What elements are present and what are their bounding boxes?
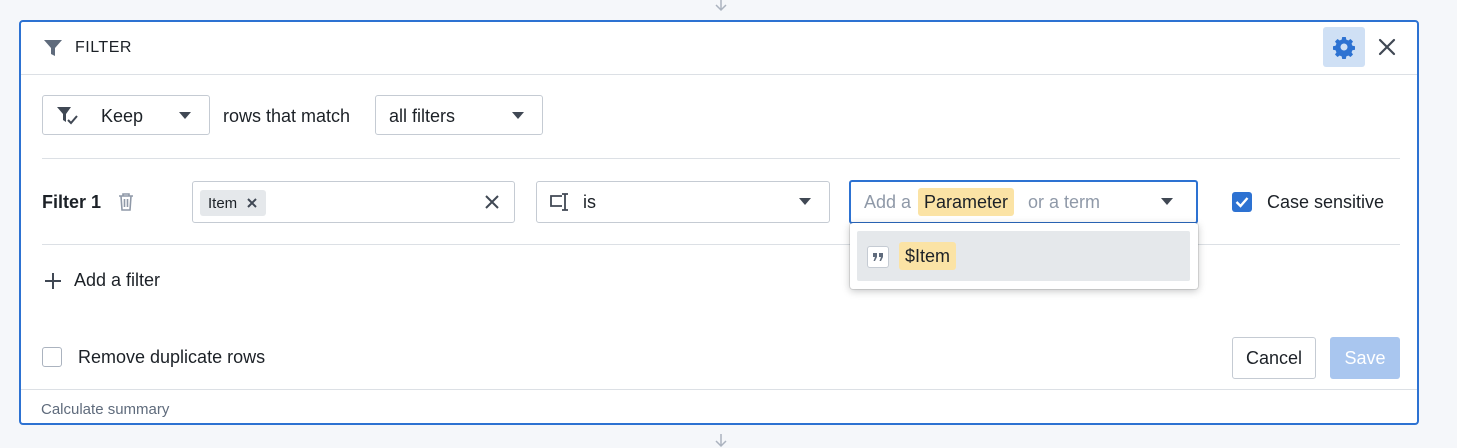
trash-icon[interactable] bbox=[118, 192, 134, 212]
quote-icon bbox=[867, 246, 889, 268]
chevron-down-icon bbox=[512, 112, 524, 119]
case-sensitive-label: Case sensitive bbox=[1267, 192, 1385, 212]
save-button[interactable]: Save bbox=[1330, 337, 1400, 379]
case-sensitive-checkbox[interactable] bbox=[1232, 192, 1252, 212]
filter-icon bbox=[44, 40, 62, 56]
remove-duplicates-label: Remove duplicate rows bbox=[78, 347, 266, 367]
parameter-tag[interactable]: Parameter bbox=[918, 188, 1015, 216]
filter-label: Filter 1 bbox=[42, 192, 102, 212]
match-select[interactable]: all filters bbox=[375, 95, 543, 135]
arrow-down-icon bbox=[715, 434, 727, 448]
value-dropdown-menu: $Item bbox=[850, 223, 1198, 289]
remove-duplicates-checkbox[interactable] bbox=[42, 347, 62, 367]
keep-select-value: Keep bbox=[101, 106, 144, 126]
arrow-down-icon bbox=[715, 0, 727, 12]
add-filter-button[interactable]: Add a filter bbox=[74, 270, 160, 291]
divider bbox=[42, 158, 1400, 159]
cancel-button[interactable]: Cancel bbox=[1232, 337, 1316, 379]
column-chip-label: Item bbox=[208, 194, 238, 212]
chevron-down-icon bbox=[179, 112, 191, 119]
operator-select-value: is bbox=[583, 192, 596, 212]
match-select-value: all filters bbox=[389, 106, 456, 126]
panel-title: FILTER bbox=[75, 39, 132, 56]
column-chip: Item bbox=[200, 190, 267, 216]
value-placeholder-suffix: or a term bbox=[1028, 192, 1101, 212]
panel-header: FILTER bbox=[21, 22, 1417, 75]
dropdown-item-label: $Item bbox=[899, 242, 957, 270]
calculate-summary-link[interactable]: Calculate summary bbox=[41, 401, 169, 418]
filter-check-icon bbox=[57, 107, 78, 125]
plus-icon[interactable] bbox=[44, 272, 62, 290]
check-icon bbox=[1235, 197, 1249, 208]
text-cursor-icon bbox=[550, 193, 568, 211]
rows-that-match-label: rows that match bbox=[223, 106, 351, 126]
dropdown-item[interactable]: $Item bbox=[857, 231, 1190, 281]
operator-select[interactable]: is bbox=[536, 181, 830, 223]
keep-select[interactable]: Keep bbox=[42, 95, 210, 135]
close-icon[interactable] bbox=[1376, 36, 1398, 58]
chevron-down-icon bbox=[1161, 198, 1173, 205]
panel-footer: Calculate summary bbox=[21, 389, 1417, 423]
remove-chip-icon[interactable] bbox=[246, 197, 258, 209]
gear-icon bbox=[1333, 37, 1355, 59]
column-input[interactable]: Item bbox=[192, 181, 515, 223]
value-input[interactable]: Add a Parameter or a term bbox=[849, 180, 1198, 224]
chevron-down-icon bbox=[799, 198, 811, 205]
value-placeholder-prefix: Add a bbox=[864, 192, 912, 212]
settings-button[interactable] bbox=[1323, 27, 1365, 67]
filter-panel: FILTER Keep rows that match all filters … bbox=[19, 20, 1419, 425]
clear-icon[interactable] bbox=[484, 194, 500, 210]
